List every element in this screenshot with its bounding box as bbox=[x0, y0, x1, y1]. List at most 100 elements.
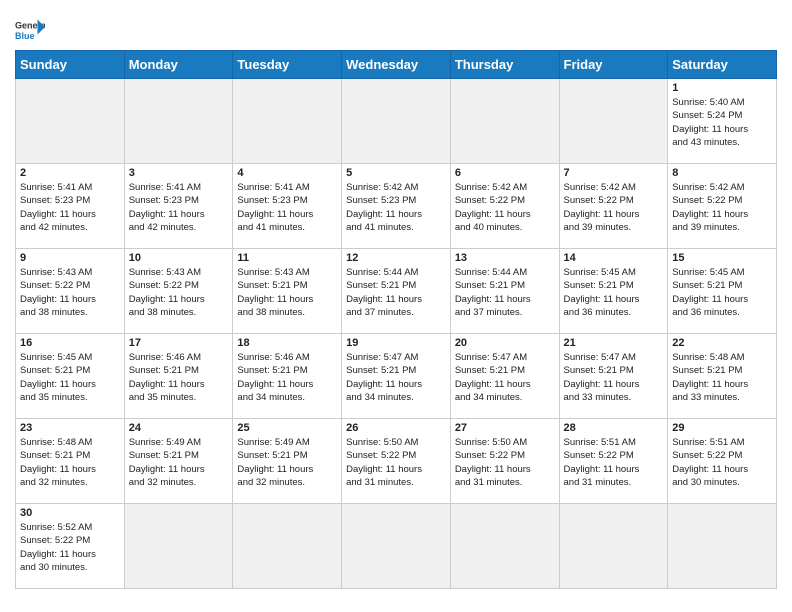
week-row-3: 9Sunrise: 5:43 AM Sunset: 5:22 PM Daylig… bbox=[16, 249, 777, 334]
day-number: 19 bbox=[346, 337, 446, 349]
calendar-cell bbox=[233, 504, 342, 589]
calendar-cell bbox=[124, 79, 233, 164]
calendar-cell: 19 Sunrise: 5:47 AM Sunset: 5:21 PM Dayli… bbox=[342, 334, 451, 419]
day-info: Sunrise: 5:45 AM Sunset: 5:21 PM Dayligh… bbox=[20, 351, 120, 404]
week-row-2: 2 Sunrise: 5:41 AM Sunset: 5:23 PM Daylig… bbox=[16, 164, 777, 249]
calendar-cell: 30 Sunrise: 5:52 AM Sunset: 5:22 PM Dayli… bbox=[16, 504, 125, 589]
calendar-cell: 25 Sunrise: 5:49 AM Sunset: 5:21 PM Dayli… bbox=[233, 419, 342, 504]
day-info: Sunrise: 5:46 AM Sunset: 5:21 PM Dayligh… bbox=[237, 351, 337, 404]
day-header-monday: Monday bbox=[124, 51, 233, 79]
day-number: 23 bbox=[20, 422, 120, 434]
day-info: Sunrise: 5:46 AM Sunset: 5:21 PM Dayligh… bbox=[129, 351, 229, 404]
day-header-sunday: Sunday bbox=[16, 51, 125, 79]
calendar-cell: 5 Sunrise: 5:42 AM Sunset: 5:23 PM Daylig… bbox=[342, 164, 451, 249]
calendar-cell: 17 Sunrise: 5:46 AM Sunset: 5:21 PM Dayli… bbox=[124, 334, 233, 419]
day-info: Sunrise: 5:42 AM Sunset: 5:22 PM Dayligh… bbox=[672, 181, 772, 234]
day-number: 24 bbox=[129, 422, 229, 434]
day-number: 28 bbox=[564, 422, 664, 434]
day-info: Sunrise: 5:41 AM Sunset: 5:23 PM Dayligh… bbox=[129, 181, 229, 234]
calendar-cell: 21Sunrise: 5:47 AM Sunset: 5:21 PM Dayli… bbox=[559, 334, 668, 419]
calendar-cell: 29 Sunrise: 5:51 AM Sunset: 5:22 PM Dayli… bbox=[668, 419, 777, 504]
calendar-body: 1 Sunrise: 5:40 AM Sunset: 5:24 PM Daylig… bbox=[16, 79, 777, 589]
calendar-cell: 13 Sunrise: 5:44 AM Sunset: 5:21 PM Dayli… bbox=[450, 249, 559, 334]
day-number: 2 bbox=[20, 167, 120, 179]
day-number: 15 bbox=[672, 252, 772, 264]
day-info: Sunrise: 5:48 AM Sunset: 5:21 PM Dayligh… bbox=[20, 436, 120, 489]
day-info: Sunrise: 5:42 AM Sunset: 5:23 PM Dayligh… bbox=[346, 181, 446, 234]
day-info: Sunrise: 5:50 AM Sunset: 5:22 PM Dayligh… bbox=[346, 436, 446, 489]
calendar-cell bbox=[559, 504, 668, 589]
calendar-header: SundayMondayTuesdayWednesdayThursdayFrid… bbox=[16, 51, 777, 79]
calendar-cell bbox=[450, 79, 559, 164]
day-info: Sunrise: 5:51 AM Sunset: 5:22 PM Dayligh… bbox=[564, 436, 664, 489]
week-row-4: 16Sunrise: 5:45 AM Sunset: 5:21 PM Dayli… bbox=[16, 334, 777, 419]
day-info: Sunrise: 5:40 AM Sunset: 5:24 PM Dayligh… bbox=[672, 96, 772, 149]
day-header-friday: Friday bbox=[559, 51, 668, 79]
day-number: 6 bbox=[455, 167, 555, 179]
day-number: 7 bbox=[564, 167, 664, 179]
calendar-cell bbox=[124, 504, 233, 589]
day-info: Sunrise: 5:41 AM Sunset: 5:23 PM Dayligh… bbox=[20, 181, 120, 234]
day-number: 17 bbox=[129, 337, 229, 349]
day-info: Sunrise: 5:49 AM Sunset: 5:21 PM Dayligh… bbox=[237, 436, 337, 489]
day-number: 18 bbox=[237, 337, 337, 349]
day-info: Sunrise: 5:41 AM Sunset: 5:23 PM Dayligh… bbox=[237, 181, 337, 234]
day-info: Sunrise: 5:44 AM Sunset: 5:21 PM Dayligh… bbox=[455, 266, 555, 319]
calendar-cell: 20Sunrise: 5:47 AM Sunset: 5:21 PM Dayli… bbox=[450, 334, 559, 419]
calendar-cell: 15 Sunrise: 5:45 AM Sunset: 5:21 PM Dayli… bbox=[668, 249, 777, 334]
calendar-cell: 14Sunrise: 5:45 AM Sunset: 5:21 PM Dayli… bbox=[559, 249, 668, 334]
day-number: 20 bbox=[455, 337, 555, 349]
calendar-cell: 3 Sunrise: 5:41 AM Sunset: 5:23 PM Daylig… bbox=[124, 164, 233, 249]
calendar-cell bbox=[559, 79, 668, 164]
day-number: 10 bbox=[129, 252, 229, 264]
day-info: Sunrise: 5:45 AM Sunset: 5:21 PM Dayligh… bbox=[672, 266, 772, 319]
day-info: Sunrise: 5:51 AM Sunset: 5:22 PM Dayligh… bbox=[672, 436, 772, 489]
calendar-cell: 26 Sunrise: 5:50 AM Sunset: 5:22 PM Dayli… bbox=[342, 419, 451, 504]
day-header-wednesday: Wednesday bbox=[342, 51, 451, 79]
calendar-cell: 9Sunrise: 5:43 AM Sunset: 5:22 PM Daylig… bbox=[16, 249, 125, 334]
calendar-cell: 12Sunrise: 5:44 AM Sunset: 5:21 PM Dayli… bbox=[342, 249, 451, 334]
calendar-cell bbox=[16, 79, 125, 164]
day-number: 3 bbox=[129, 167, 229, 179]
day-number: 25 bbox=[237, 422, 337, 434]
header: General Blue bbox=[15, 10, 777, 42]
day-info: Sunrise: 5:43 AM Sunset: 5:22 PM Dayligh… bbox=[129, 266, 229, 319]
calendar-cell bbox=[342, 504, 451, 589]
calendar-cell: 22Sunrise: 5:48 AM Sunset: 5:21 PM Dayli… bbox=[668, 334, 777, 419]
day-info: Sunrise: 5:52 AM Sunset: 5:22 PM Dayligh… bbox=[20, 521, 120, 574]
day-info: Sunrise: 5:42 AM Sunset: 5:22 PM Dayligh… bbox=[564, 181, 664, 234]
calendar-cell: 10 Sunrise: 5:43 AM Sunset: 5:22 PM Dayli… bbox=[124, 249, 233, 334]
calendar-cell: 8Sunrise: 5:42 AM Sunset: 5:22 PM Daylig… bbox=[668, 164, 777, 249]
calendar-cell: 23 Sunrise: 5:48 AM Sunset: 5:21 PM Dayli… bbox=[16, 419, 125, 504]
day-number: 22 bbox=[672, 337, 772, 349]
day-number: 14 bbox=[564, 252, 664, 264]
calendar: SundayMondayTuesdayWednesdayThursdayFrid… bbox=[15, 50, 777, 589]
day-info: Sunrise: 5:47 AM Sunset: 5:21 PM Dayligh… bbox=[346, 351, 446, 404]
day-number: 13 bbox=[455, 252, 555, 264]
day-number: 30 bbox=[20, 507, 120, 519]
day-number: 26 bbox=[346, 422, 446, 434]
week-row-5: 23 Sunrise: 5:48 AM Sunset: 5:21 PM Dayli… bbox=[16, 419, 777, 504]
svg-text:Blue: Blue bbox=[15, 31, 35, 41]
day-header-tuesday: Tuesday bbox=[233, 51, 342, 79]
day-info: Sunrise: 5:42 AM Sunset: 5:22 PM Dayligh… bbox=[455, 181, 555, 234]
day-number: 12 bbox=[346, 252, 446, 264]
calendar-cell: 6 Sunrise: 5:42 AM Sunset: 5:22 PM Daylig… bbox=[450, 164, 559, 249]
day-info: Sunrise: 5:50 AM Sunset: 5:22 PM Dayligh… bbox=[455, 436, 555, 489]
day-info: Sunrise: 5:47 AM Sunset: 5:21 PM Dayligh… bbox=[564, 351, 664, 404]
calendar-cell: 7 Sunrise: 5:42 AM Sunset: 5:22 PM Daylig… bbox=[559, 164, 668, 249]
calendar-cell bbox=[450, 504, 559, 589]
day-number: 5 bbox=[346, 167, 446, 179]
logo: General Blue bbox=[15, 18, 49, 42]
day-header-thursday: Thursday bbox=[450, 51, 559, 79]
day-info: Sunrise: 5:43 AM Sunset: 5:21 PM Dayligh… bbox=[237, 266, 337, 319]
day-number: 1 bbox=[672, 82, 772, 94]
calendar-cell: 16Sunrise: 5:45 AM Sunset: 5:21 PM Dayli… bbox=[16, 334, 125, 419]
day-info: Sunrise: 5:49 AM Sunset: 5:21 PM Dayligh… bbox=[129, 436, 229, 489]
day-number: 27 bbox=[455, 422, 555, 434]
day-header-saturday: Saturday bbox=[668, 51, 777, 79]
day-number: 11 bbox=[237, 252, 337, 264]
calendar-cell: 11 Sunrise: 5:43 AM Sunset: 5:21 PM Dayli… bbox=[233, 249, 342, 334]
calendar-cell bbox=[668, 504, 777, 589]
day-number: 29 bbox=[672, 422, 772, 434]
